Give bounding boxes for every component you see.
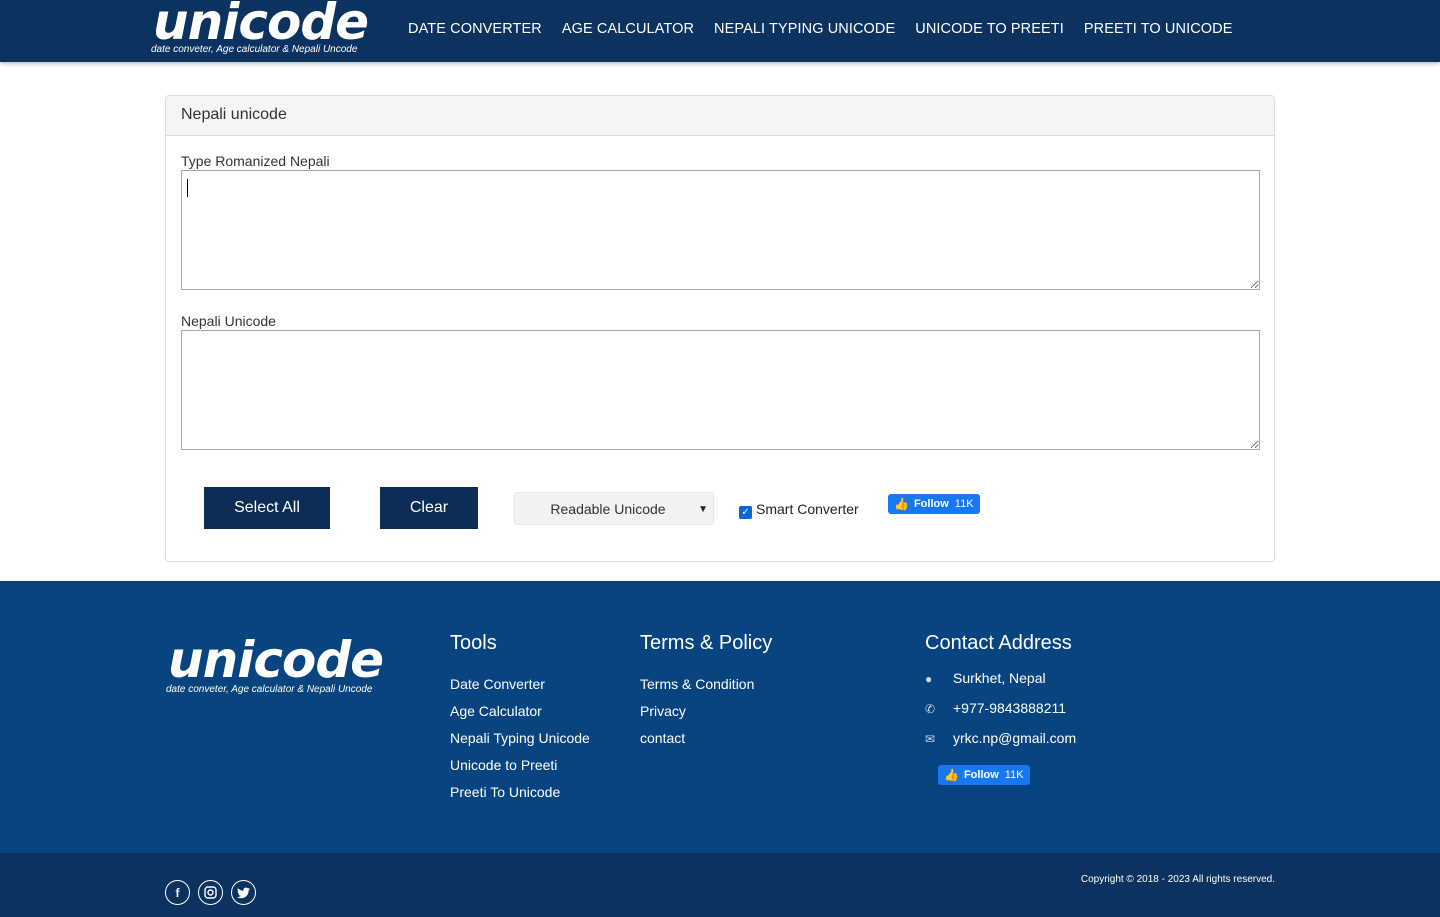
facebook-follow-button[interactable]: 👍 Follow 11K xyxy=(888,494,980,514)
footer-link-age-calculator[interactable]: Age Calculator xyxy=(450,698,590,725)
panel-title: Nepali unicode xyxy=(166,96,1274,136)
unicode-mode-select[interactable]: Readable Unicode ▼ xyxy=(514,492,714,525)
footer-link-contact[interactable]: contact xyxy=(640,725,772,752)
footer: unicode date conveter, Age calculator & … xyxy=(0,581,1440,853)
footer-logo-tagline: date conveter, Age calculator & Nepali U… xyxy=(166,684,373,695)
input-label: Type Romanized Nepali xyxy=(181,153,330,169)
nav-date-converter[interactable]: DATE CONVERTER xyxy=(398,21,552,37)
follow-count: 11K xyxy=(1004,769,1024,781)
contact-address: ● Surkhet, Nepal xyxy=(925,670,1046,686)
site-logo[interactable]: unicode date conveter, Age calculator & … xyxy=(151,0,383,58)
footer-contact: Contact Address xyxy=(925,632,1072,671)
smart-converter-checkbox[interactable]: ✓ xyxy=(739,506,752,519)
output-label: Nepali Unicode xyxy=(181,313,276,329)
footer-link-unicode-to-preeti[interactable]: Unicode to Preeti xyxy=(450,752,590,779)
twitter-icon[interactable] xyxy=(231,880,256,905)
phone-text: +977-9843888211 xyxy=(953,700,1067,716)
thumbs-up-icon: 👍 xyxy=(894,497,909,511)
footer-link-terms[interactable]: Terms & Condition xyxy=(640,671,772,698)
footer-terms: Terms & Policy Terms & Condition Privacy… xyxy=(640,632,772,752)
contact-email: ✉ yrkc.np@gmail.com xyxy=(925,730,1076,746)
logo-tagline: date conveter, Age calculator & Nepali U… xyxy=(151,44,358,55)
nav-nepali-typing-unicode[interactable]: NEPALI TYPING UNICODE xyxy=(704,21,905,37)
nav-unicode-to-preeti[interactable]: UNICODE TO PREETI xyxy=(905,21,1074,37)
contact-phone: ✆ +977-9843888211 xyxy=(925,700,1066,716)
text-cursor xyxy=(187,179,188,197)
follow-count: 11K xyxy=(954,498,974,510)
smart-converter-label: Smart Converter xyxy=(756,501,859,517)
terms-heading: Terms & Policy xyxy=(640,632,773,654)
envelope-icon: ✉ xyxy=(925,732,936,746)
follow-label: Follow xyxy=(913,498,949,510)
instagram-icon[interactable] xyxy=(198,880,223,905)
footer-link-preeti-to-unicode[interactable]: Preeti To Unicode xyxy=(450,779,590,806)
clear-button[interactable]: Clear xyxy=(380,487,478,529)
nav-preeti-to-unicode[interactable]: PREETI TO UNICODE xyxy=(1074,21,1243,37)
thumbs-up-icon: 👍 xyxy=(944,768,959,782)
map-marker-icon: ● xyxy=(925,672,933,686)
footer-logo-word: unicode xyxy=(168,631,384,689)
tools-heading: Tools xyxy=(450,632,497,654)
nav-age-calculator[interactable]: AGE CALCULATOR xyxy=(552,21,704,37)
romanized-input[interactable] xyxy=(181,170,1260,290)
follow-label: Follow xyxy=(963,769,999,781)
select-value: Readable Unicode xyxy=(550,500,666,517)
email-text: yrkc.np@gmail.com xyxy=(953,730,1077,746)
select-all-button[interactable]: Select All xyxy=(204,487,330,529)
footer-link-privacy[interactable]: Privacy xyxy=(640,698,772,725)
contact-heading: Contact Address xyxy=(925,632,1072,654)
footer-link-nepali-typing[interactable]: Nepali Typing Unicode xyxy=(450,725,590,752)
footer-logo[interactable]: unicode date conveter, Age calculator & … xyxy=(166,631,406,698)
chevron-down-icon: ▼ xyxy=(698,504,708,515)
top-navbar: unicode date conveter, Age calculator & … xyxy=(0,0,1440,62)
unicode-output[interactable] xyxy=(181,330,1260,450)
main-nav: DATE CONVERTER AGE CALCULATOR NEPALI TYP… xyxy=(398,0,1243,58)
logo-word: unicode xyxy=(153,0,369,51)
footer-link-date-converter[interactable]: Date Converter xyxy=(450,671,590,698)
phone-icon: ✆ xyxy=(925,702,936,716)
sub-footer: f Copyright © 2018 - 2023 All rights res… xyxy=(0,853,1440,917)
footer-facebook-follow-button[interactable]: 👍 Follow 11K xyxy=(938,765,1030,785)
converter-panel: Nepali unicode Type Romanized Nepali Nep… xyxy=(165,95,1275,562)
footer-tools: Tools Date Converter Age Calculator Nepa… xyxy=(450,632,590,806)
address-text: Surkhet, Nepal xyxy=(953,670,1046,686)
copyright-text: Copyright © 2018 - 2023 All rights reser… xyxy=(1080,874,1275,885)
facebook-icon[interactable]: f xyxy=(165,880,190,905)
